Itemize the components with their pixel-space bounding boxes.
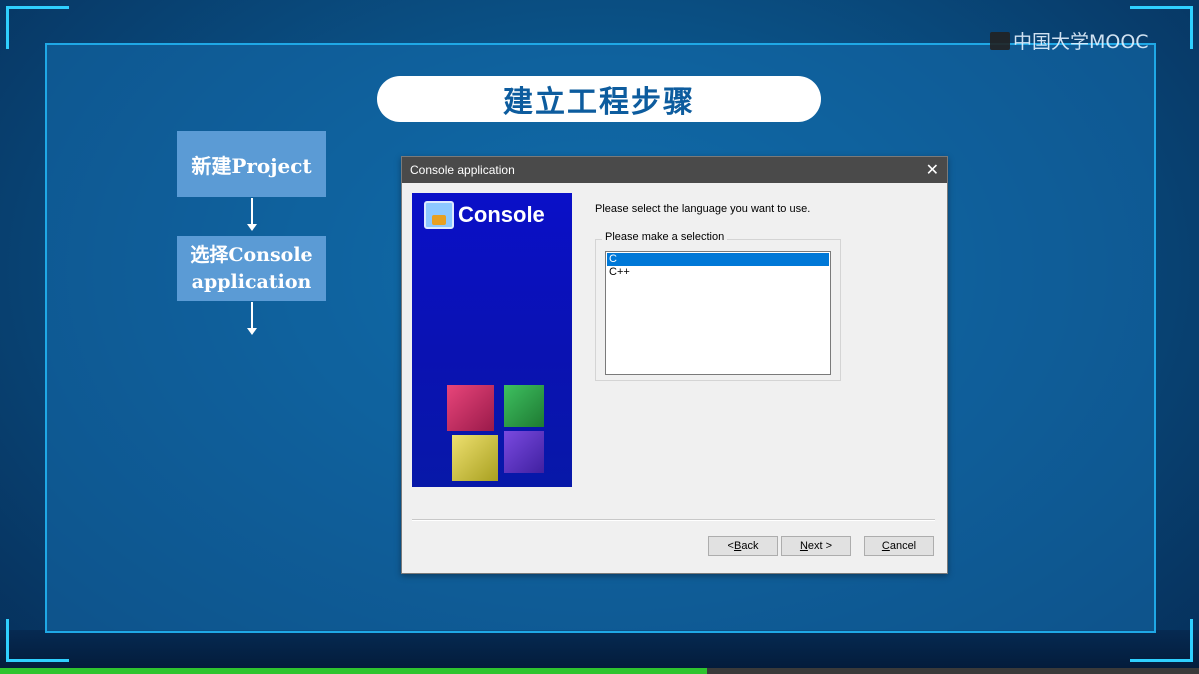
console-application-dialog: Console application ✕ Console Please sel…: [401, 156, 948, 574]
list-item-cpp[interactable]: C++: [607, 266, 829, 279]
selection-group-label: Please make a selection: [602, 231, 728, 243]
mooc-logo-text: 中国大学MOOC: [1013, 31, 1149, 53]
mooc-logo: 中国大学MOOC: [990, 27, 1149, 54]
down-arrow-icon: [247, 198, 257, 231]
console-app-icon: [424, 201, 454, 229]
codeblocks-logo-icon: [504, 385, 544, 427]
video-progress-bar[interactable]: [0, 668, 1199, 674]
down-arrow-icon: [247, 302, 257, 335]
banner-title: Console: [458, 202, 545, 227]
list-item-c[interactable]: C: [607, 253, 829, 266]
mooc-logo-icon: [990, 31, 1010, 50]
codeblocks-logo-icon: [504, 431, 544, 473]
slide-title: 建立工程步骤: [377, 76, 821, 122]
language-listbox[interactable]: C C++: [605, 251, 831, 375]
selection-group: Please make a selection C C++: [595, 231, 841, 381]
dialog-title: Console application: [410, 163, 515, 177]
step-select-console-application: 选择Console application: [177, 236, 326, 301]
divider: [412, 519, 935, 521]
close-icon[interactable]: ✕: [926, 160, 939, 179]
wizard-banner: Console: [412, 193, 572, 487]
language-prompt: Please select the language you want to u…: [595, 203, 811, 215]
dialog-titlebar[interactable]: Console application ✕: [402, 157, 947, 183]
back-button[interactable]: < Back: [708, 536, 778, 556]
cancel-button[interactable]: Cancel: [864, 536, 934, 556]
video-progress-fill: [0, 668, 708, 674]
next-button[interactable]: Next >: [781, 536, 851, 556]
codeblocks-logo-icon: [447, 385, 494, 431]
codeblocks-logo-icon: [452, 435, 498, 481]
step-new-project: 新建Project: [177, 131, 326, 197]
